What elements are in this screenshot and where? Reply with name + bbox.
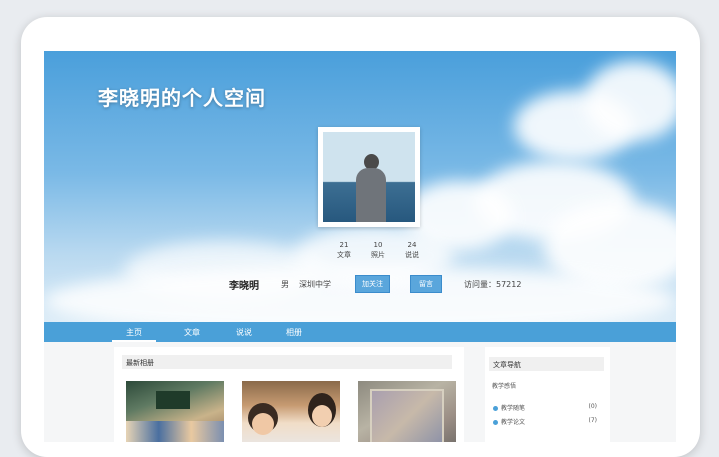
- article-nav-panel: 文章导航 教学感悟 教学随笔 (0) 教学论文 (7): [485, 347, 610, 442]
- album-photo-craft[interactable]: [358, 381, 456, 442]
- article-nav-title: 文章导航: [489, 357, 604, 371]
- article-category[interactable]: 教学感悟: [492, 381, 516, 390]
- stats-bar: 21 文章 10 照片 24 说说: [327, 240, 429, 260]
- tab-home[interactable]: 主页: [126, 327, 142, 338]
- stat-articles[interactable]: 21 文章: [327, 240, 361, 260]
- screen: 李晓明的个人空间 21 文章 10 照片 24 说说 李晓明 男 深圳中学 加关…: [44, 51, 676, 442]
- albums-title: 最新相册: [122, 355, 452, 369]
- profile-school: 深圳中学: [299, 279, 331, 289]
- site-title: 李晓明的个人空间: [98, 86, 266, 110]
- article-nav-item[interactable]: 教学论文 (7): [493, 417, 597, 426]
- profile-row: 李晓明 男 深圳中学 加关注 留言 访问量：57212: [229, 275, 521, 293]
- tab-articles[interactable]: 文章: [184, 327, 200, 338]
- albums-panel: 最新相册: [114, 347, 464, 442]
- stat-photos[interactable]: 10 照片: [361, 240, 395, 260]
- follow-button[interactable]: 加关注: [355, 275, 390, 293]
- visit-count: 访问量：57212: [464, 279, 522, 289]
- stat-posts[interactable]: 24 说说: [395, 240, 429, 260]
- profile-name: 李晓明: [229, 280, 259, 292]
- profile-gender: 男: [281, 279, 289, 289]
- avatar[interactable]: [318, 127, 420, 227]
- main-nav: 主页 文章 说说 相册: [44, 322, 676, 342]
- header-banner: 李晓明的个人空间 21 文章 10 照片 24 说说 李晓明 男 深圳中学 加关…: [44, 51, 676, 322]
- article-nav-item[interactable]: 教学随笔 (0): [493, 403, 597, 412]
- tab-albums[interactable]: 相册: [286, 327, 302, 338]
- tab-active-indicator: [112, 340, 156, 342]
- bullet-icon: [493, 420, 498, 425]
- bullet-icon: [493, 406, 498, 411]
- album-photo-classroom[interactable]: [126, 381, 224, 442]
- tab-posts[interactable]: 说说: [236, 327, 252, 338]
- album-photo-students[interactable]: [242, 381, 340, 442]
- message-button[interactable]: 留言: [410, 275, 442, 293]
- avatar-photo: [323, 132, 415, 222]
